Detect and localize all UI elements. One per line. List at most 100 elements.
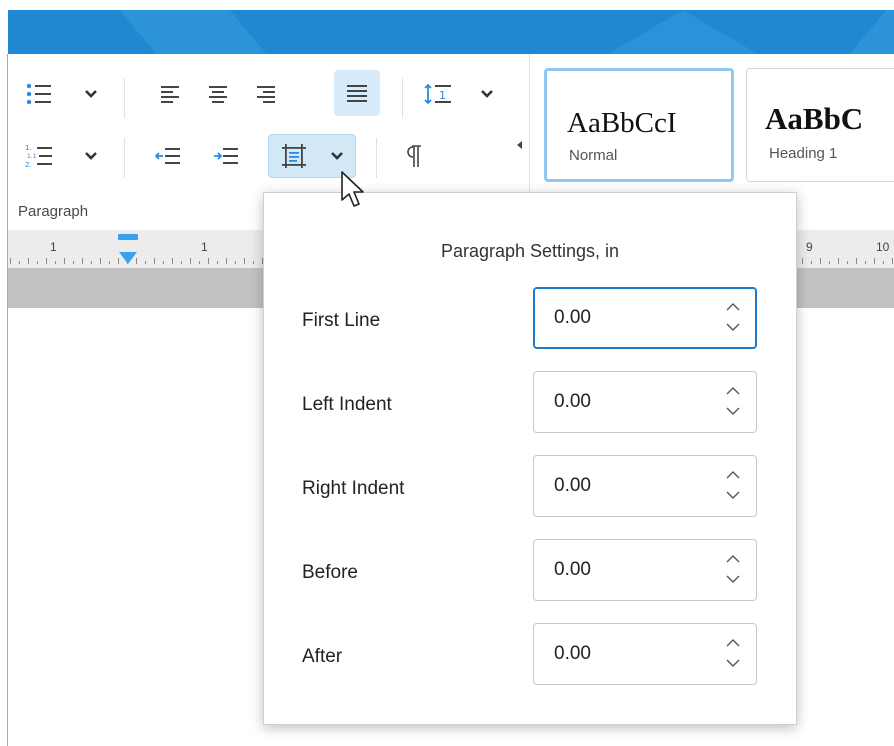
decrease-indent-button[interactable] [146,136,190,176]
bullet-list-button[interactable] [22,74,56,114]
ruler-tick [856,258,857,264]
justify-icon [347,85,367,102]
chevron-down-icon [481,90,493,98]
svg-text:1.1: 1.1 [27,153,37,160]
chevron-down-icon [726,659,740,667]
ruler-tick [145,261,146,264]
chevron-down-icon [726,323,740,331]
first-line-label: First Line [302,310,381,331]
ruler-tick [802,258,803,264]
decrease-indent-icon [154,148,180,164]
svg-text:2.: 2. [25,161,32,169]
chevron-up-icon [726,387,740,395]
chevron-down-icon [85,90,97,98]
ruler-tick [73,261,74,264]
ruler-tick [217,261,218,264]
ruler-tick [28,258,29,264]
ruler-tick [199,261,200,264]
ruler-tick [829,261,830,264]
right-indent-label: Right Indent [302,478,405,499]
indent-marker-icon[interactable] [117,232,139,266]
ruler-tick [172,258,173,264]
ruler-tick [190,258,191,264]
pilcrow-icon [407,145,421,167]
increment-button[interactable] [724,636,742,650]
decrement-button[interactable] [724,488,742,502]
caret-left-icon[interactable] [516,140,524,150]
chevron-down-icon [726,407,740,415]
ruler-number: 9 [806,240,813,254]
ruler-tick [811,261,812,264]
ruler-tick [154,258,155,264]
ruler-tick [109,261,110,264]
chevron-up-icon [726,555,740,563]
after-input[interactable]: 0.00 [533,623,757,685]
mouse-pointer-icon [341,171,364,207]
ruler-tick [874,258,875,264]
field-value: 0.00 [554,475,591,496]
style-caption: Heading 1 [769,145,838,162]
ruler-tick [91,261,92,264]
ruler-tick [865,261,866,264]
numbered-list-dropdown[interactable] [80,136,102,176]
line-spacing-dropdown[interactable] [476,74,498,114]
align-right-icon [257,86,275,103]
align-right-button[interactable] [244,74,288,114]
increment-button[interactable] [724,384,742,398]
decrement-button[interactable] [724,404,742,418]
ruler-tick [19,261,20,264]
before-label: Before [302,562,358,583]
increment-button[interactable] [724,552,742,566]
paragraph-settings-popover: Paragraph Settings, in First Line 0.00 L… [263,192,797,725]
right-indent-input[interactable]: 0.00 [533,455,757,517]
decrement-button[interactable] [724,320,742,334]
ruler-tick [10,258,11,264]
line-spacing-icon: 1 [424,83,451,105]
ruler-tick [253,261,254,264]
chevron-down-icon [85,152,97,160]
align-center-button[interactable] [196,74,240,114]
ruler-tick [820,258,821,264]
increment-button[interactable] [724,468,742,482]
ruler-tick [82,258,83,264]
show-formatting-button[interactable] [392,136,436,176]
chevron-up-icon [726,639,740,647]
bullet-list-dropdown[interactable] [80,74,102,114]
numbered-list-icon: 1. 1.1 2. [25,144,52,169]
svg-text:1.: 1. [25,144,32,152]
line-spacing-button[interactable]: 1 [418,74,458,114]
ruler-tick [46,258,47,264]
bullet-list-icon [26,83,51,105]
ruler-number: 10 [876,240,890,254]
ruler-tick [892,258,893,264]
decrement-button[interactable] [724,572,742,586]
increase-indent-icon [214,148,238,164]
left-indent-input[interactable]: 0.00 [533,371,757,433]
ruler-tick [181,261,182,264]
align-left-button[interactable] [148,74,192,114]
ruler-tick [64,258,65,264]
chevron-down-icon [726,491,740,499]
ruler-tick [226,258,227,264]
before-input[interactable]: 0.00 [533,539,757,601]
field-value: 0.00 [554,307,591,328]
ruler-tick [100,258,101,264]
ruler-tick [244,258,245,264]
style-normal-card[interactable]: AaBbCcI Normal [544,68,734,182]
increment-button[interactable] [724,300,742,314]
chevron-up-icon [726,471,740,479]
first-line-input[interactable]: 0.00 [533,287,757,349]
chevron-down-icon [330,152,343,160]
increase-indent-button[interactable] [204,136,248,176]
ruler-tick [883,261,884,264]
justify-button[interactable] [334,70,380,116]
decrement-button[interactable] [724,656,742,670]
ruler-tick [37,261,38,264]
ruler-tick [55,261,56,264]
ruler-number: 1 [50,240,57,254]
title-bar [8,10,894,54]
ruler-tick [163,261,164,264]
left-indent-label: Left Indent [302,394,392,415]
style-heading1-card[interactable]: AaBbC Heading 1 [746,68,894,182]
numbered-list-button[interactable]: 1. 1.1 2. [22,136,56,176]
